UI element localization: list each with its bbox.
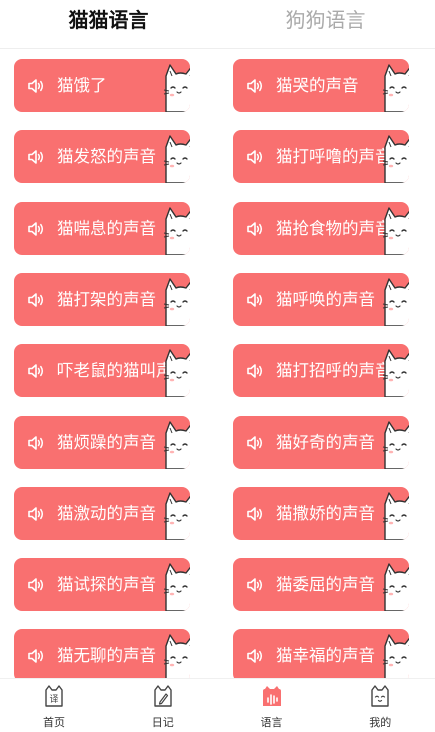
sound-card[interactable]: 吓老鼠的猫叫声 [14,344,190,398]
sound-card[interactable]: 猫幸福的声音 [233,629,409,678]
sound-label: 猫烦躁的声音 [57,432,156,452]
cat-peek-icon [162,347,190,398]
cat-peek-icon [381,347,409,398]
voice-icon [262,685,282,707]
sound-card[interactable]: 猫激动的声音 [14,486,190,540]
sound-label: 猫饿了 [57,76,107,95]
sound-card[interactable]: 猫烦躁的声音 [14,415,190,469]
cat-face-icon [370,685,390,707]
sound-card[interactable]: 猫发怒的声音 [14,130,190,184]
sound-card[interactable]: 猫打招呼的声音 [233,344,409,398]
cat-peek-icon [162,419,190,469]
speaker-icon [246,647,264,665]
svg-text:译: 译 [49,694,58,705]
cat-peek-icon [162,490,190,540]
speaker-icon [246,576,264,594]
sound-grid: 猫饿了 猫哭的声音 猫发怒的声音 猫打呼噜的声音 猫喘息的声音 猫抢食物的声音 … [0,49,435,678]
cat-peek-icon [381,62,409,112]
sound-label: 猫无聊的声音 [57,646,156,666]
sound-card[interactable]: 猫撒娇的声音 [233,486,409,540]
speaker-icon [27,362,45,380]
sound-label: 猫呼唤的声音 [276,289,375,309]
sound-card[interactable]: 猫打呼噜的声音 [233,130,409,184]
speaker-icon [246,220,264,238]
tab-label: 首页 [43,716,65,729]
sound-card[interactable]: 猫试探的声音 [14,558,190,612]
speaker-icon [27,148,45,166]
speaker-icon [246,148,264,166]
cat-peek-icon [162,205,190,255]
tab-cat-language[interactable]: 猫猫语言 [0,5,217,35]
cat-peek-icon [381,561,409,612]
speaker-icon [246,77,264,95]
sound-card[interactable]: 猫无聊的声音 [14,629,190,678]
sound-label: 吓老鼠的猫叫声 [57,361,173,381]
tab-voice[interactable]: 语言 [218,679,326,732]
cat-peek-icon [162,62,190,112]
cat-peek-icon [162,561,190,612]
speaker-icon [246,291,264,309]
sound-label: 猫激动的声音 [57,503,156,523]
sound-label: 猫打架的声音 [57,289,156,309]
cat-peek-icon [381,419,409,469]
cat-peek-icon [381,133,409,184]
sound-label: 猫哭的声音 [276,76,359,95]
tab-label: 日记 [151,716,174,729]
cat-peek-icon [162,133,190,184]
sound-label: 猫委屈的声音 [276,575,375,595]
cat-peek-icon [162,632,190,678]
cat-peek-icon [381,205,409,255]
bottom-tab-bar: 译 首页 日记 语言 我的 [0,678,435,732]
speaker-icon [27,647,45,665]
cat-peek-icon [162,276,190,326]
speaker-icon [27,291,45,309]
speaker-icon [27,576,45,594]
translate-icon: 译 [44,685,64,707]
tab-cat-face[interactable]: 我的 [326,679,434,732]
cat-peek-icon [381,490,409,540]
sound-card[interactable]: 猫好奇的声音 [233,415,409,469]
speaker-icon [27,220,45,238]
language-tab-header: 猫猫语言 狗狗语言 [0,0,435,49]
sound-label: 猫喘息的声音 [57,218,156,238]
speaker-icon [246,505,264,523]
sound-card[interactable]: 猫饿了 [14,59,190,112]
speaker-icon [246,362,264,380]
sound-card[interactable]: 猫委屈的声音 [233,558,409,612]
speaker-icon [27,505,45,523]
sound-label: 猫撒娇的声音 [276,503,375,523]
tab-dog-language[interactable]: 狗狗语言 [217,5,434,35]
sound-card[interactable]: 猫打架的声音 [14,272,190,326]
tab-label: 我的 [369,716,392,729]
cat-peek-icon [381,632,409,678]
sound-card[interactable]: 猫哭的声音 [233,59,409,112]
speaker-icon [27,77,45,95]
tab-translate[interactable]: 译 首页 [0,679,108,732]
sound-card[interactable]: 猫抢食物的声音 [233,201,409,255]
tab-label: 语言 [260,716,283,729]
sound-label: 猫发怒的声音 [57,147,156,167]
cat-peek-icon [381,276,409,326]
tab-diary[interactable]: 日记 [109,679,217,732]
sound-label: 猫好奇的声音 [276,432,375,452]
sound-card[interactable]: 猫呼唤的声音 [233,272,409,326]
sound-label: 猫试探的声音 [57,575,156,595]
speaker-icon [246,434,264,452]
sound-label: 猫打呼噜的声音 [276,147,392,167]
sound-label: 猫打招呼的声音 [276,361,392,381]
sound-card[interactable]: 猫喘息的声音 [14,201,190,255]
diary-icon [153,685,173,707]
sound-label: 猫幸福的声音 [276,646,375,666]
speaker-icon [27,434,45,452]
sound-label: 猫抢食物的声音 [276,218,392,238]
